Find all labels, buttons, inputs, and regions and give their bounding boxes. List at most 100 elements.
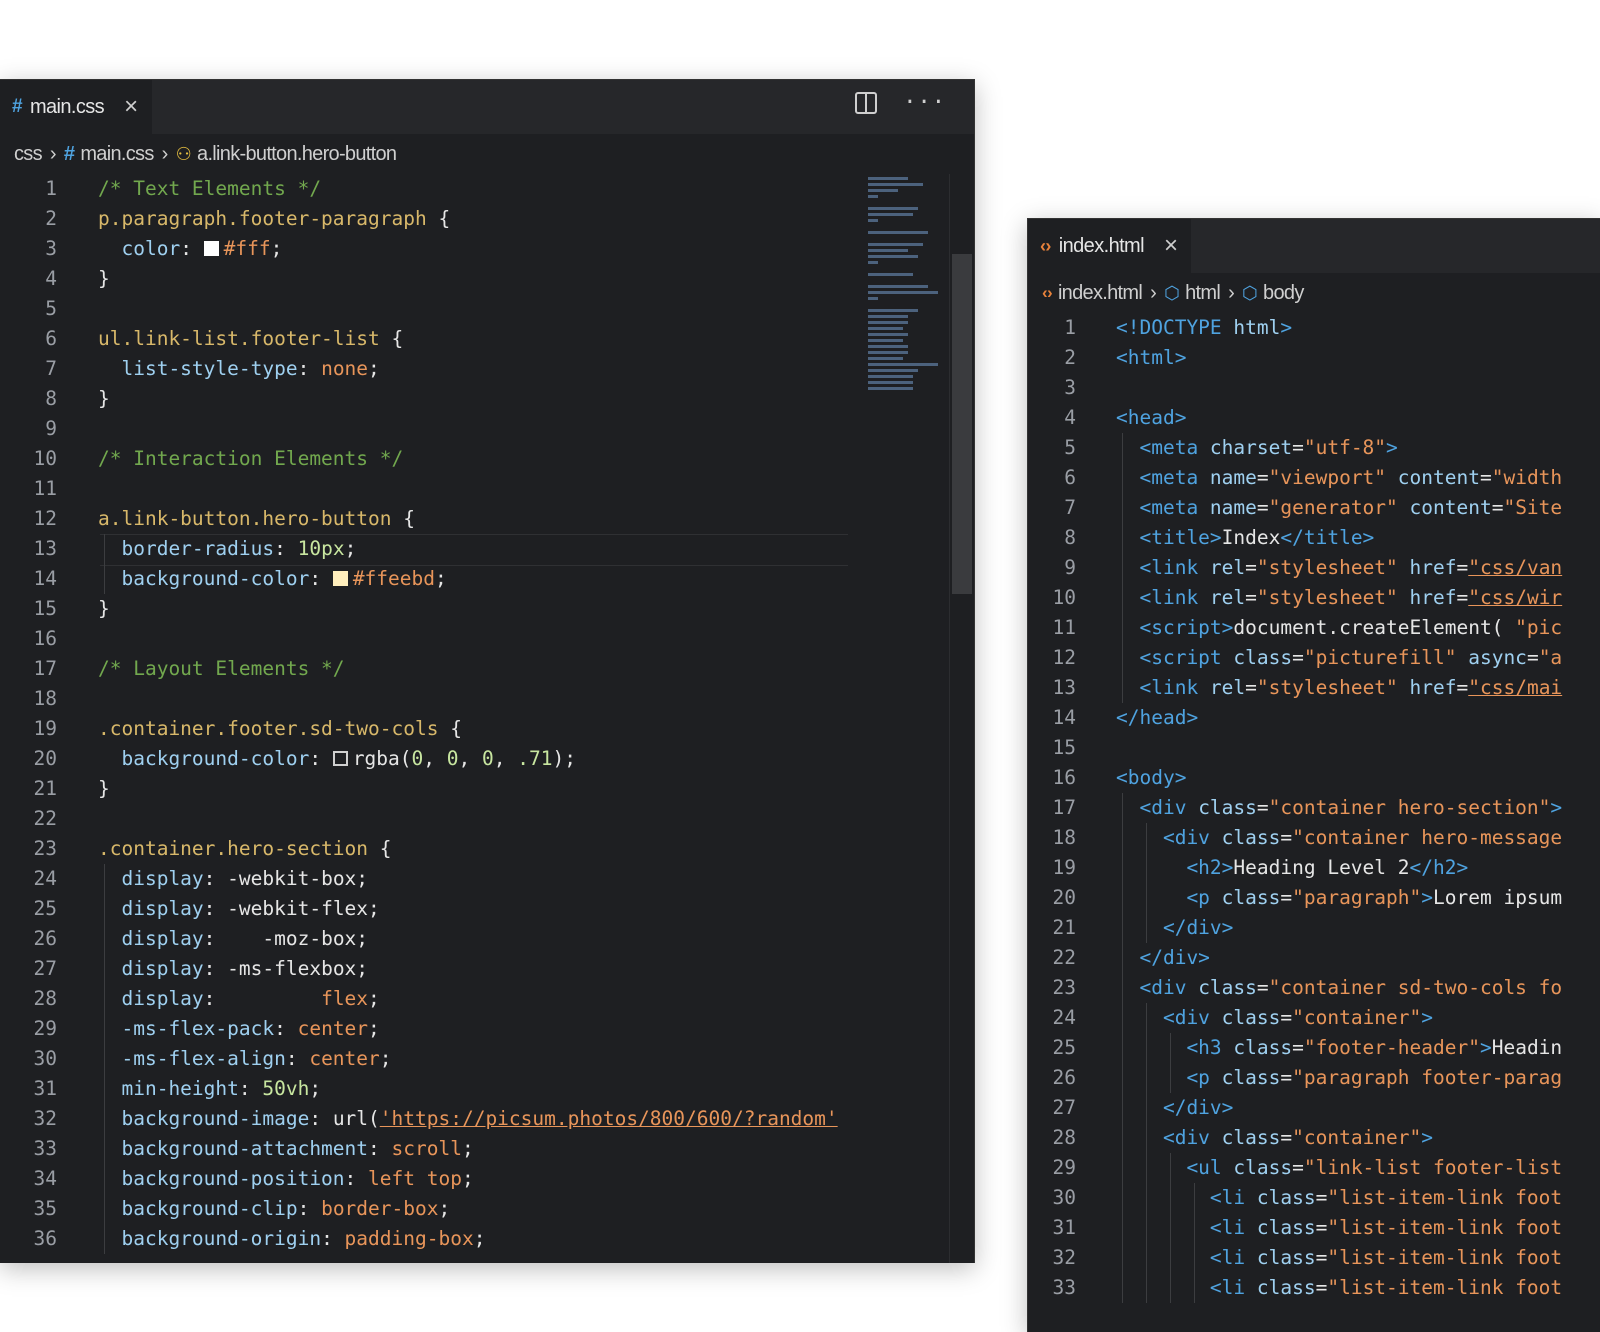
code-line[interactable]: 28 <div class="container">: [1028, 1123, 1600, 1153]
code-line[interactable]: 26 <p class="paragraph footer-parag: [1028, 1063, 1600, 1093]
code-line[interactable]: 14 background-color: #ffeebd;: [0, 564, 974, 594]
code-line[interactable]: 23 .container.hero-section {: [0, 834, 974, 864]
code-line[interactable]: 5: [0, 294, 974, 324]
line-number: 28: [33, 987, 57, 1010]
code-line[interactable]: 4}: [0, 264, 974, 294]
code-line[interactable]: 2 p.paragraph.footer-paragraph {: [0, 204, 974, 234]
code-line[interactable]: 32 background-image: url('https://picsum…: [0, 1104, 974, 1134]
line-content: -ms-flex-pack: center;: [98, 1014, 379, 1044]
code-line[interactable]: 20 <p class="paragraph">Lorem ipsum: [1028, 883, 1600, 913]
code-line[interactable]: 4 <head>: [1028, 403, 1600, 433]
code-token: ;: [356, 927, 369, 950]
code-line[interactable]: 6 <meta name="viewport" content="width: [1028, 463, 1600, 493]
code-line[interactable]: 10 <link rel="stylesheet" href="css/wir: [1028, 583, 1600, 613]
code-line[interactable]: 27 </div>: [1028, 1093, 1600, 1123]
code-line[interactable]: 3 color: #fff;: [0, 234, 974, 264]
code-line[interactable]: 12 a.link-button.hero-button {: [0, 504, 974, 534]
code-line[interactable]: 29 -ms-flex-pack: center;: [0, 1014, 974, 1044]
close-icon[interactable]: ×: [1164, 232, 1178, 260]
code-line[interactable]: 24 <div class="container">: [1028, 1003, 1600, 1033]
code-line[interactable]: 15: [1028, 733, 1600, 763]
line-number: 24: [1052, 1006, 1076, 1029]
code-line[interactable]: 14 </head>: [1028, 703, 1600, 733]
code-line[interactable]: 35 background-clip: border-box;: [0, 1194, 974, 1224]
code-line[interactable]: 30 -ms-flex-align: center;: [0, 1044, 974, 1074]
code-line[interactable]: 30 <li class="list-item-link foot: [1028, 1183, 1600, 1213]
color-swatch[interactable]: [203, 241, 219, 256]
code-line[interactable]: 23 <div class="container sd-two-cols fo: [1028, 973, 1600, 1003]
code-line[interactable]: 17 /* Layout Elements */: [0, 654, 974, 684]
code-line[interactable]: 19 .container.footer.sd-two-cols {: [0, 714, 974, 744]
code-line[interactable]: 11: [0, 474, 974, 504]
breadcrumb-item-html[interactable]: html: [1185, 282, 1221, 305]
line-number: 22: [33, 807, 57, 830]
code-line[interactable]: 24 display: -webkit-box;: [0, 864, 974, 894]
breadcrumb-item-file[interactable]: main.css: [80, 143, 154, 166]
code-line[interactable]: 33 <li class="list-item-link foot: [1028, 1273, 1600, 1303]
code-line[interactable]: 28 display: flex;: [0, 984, 974, 1014]
close-icon[interactable]: ×: [124, 93, 138, 121]
breadcrumb: css › # main.css › ⚇ a.link-button.hero-…: [0, 134, 974, 174]
code-line[interactable]: 8}: [0, 384, 974, 414]
code-line[interactable]: 1 <!DOCTYPE html>: [1028, 313, 1600, 343]
code-line[interactable]: 34 background-position: left top;: [0, 1164, 974, 1194]
code-line[interactable]: 18: [0, 684, 974, 714]
code-line[interactable]: 20 background-color: rgba(0, 0, 0, .71);: [0, 744, 974, 774]
code-line[interactable]: 21 </div>: [1028, 913, 1600, 943]
code-line[interactable]: 5 <meta charset="utf-8">: [1028, 433, 1600, 463]
code-line[interactable]: 19 <h2>Heading Level 2</h2>: [1028, 853, 1600, 883]
code-line[interactable]: 29 <ul class="link-list footer-list: [1028, 1153, 1600, 1183]
breadcrumb-item-file[interactable]: index.html: [1058, 282, 1143, 305]
code-line[interactable]: 16: [0, 624, 974, 654]
code-line[interactable]: 25 <h3 class="footer-header">Headin: [1028, 1033, 1600, 1063]
minimap[interactable]: [868, 174, 958, 390]
code-line[interactable]: 25 display: -webkit-flex;: [0, 894, 974, 924]
code-line[interactable]: 8 <title>Index</title>: [1028, 523, 1600, 553]
code-line[interactable]: 10 /* Interaction Elements */: [0, 444, 974, 474]
more-actions-icon[interactable]: ···: [903, 92, 946, 114]
line-content: <div class="container">: [1116, 1003, 1433, 1033]
tab-main-css[interactable]: # main.css ×: [0, 80, 152, 134]
code-token: -moz-box: [262, 927, 357, 950]
code-line[interactable]: 15}: [0, 594, 974, 624]
code-editor[interactable]: 1 /* Text Elements */ 2 p.paragraph.footer-…: [0, 174, 974, 1263]
code-line[interactable]: 17 <div class="container hero-section">: [1028, 793, 1600, 823]
tab-index-html[interactable]: ‹› index.html ×: [1028, 219, 1192, 273]
code-token: rel: [1209, 586, 1246, 609]
code-line[interactable]: 27 display: -ms-flexbox;: [0, 954, 974, 984]
code-line[interactable]: 16 <body>: [1028, 763, 1600, 793]
code-line[interactable]: 36 background-origin: padding-box;: [0, 1224, 974, 1254]
code-line[interactable]: 31 <li class="list-item-link foot: [1028, 1213, 1600, 1243]
line-content: <h2>Heading Level 2</h2>: [1116, 853, 1468, 883]
code-line[interactable]: 11 <script>document.createElement( "pic: [1028, 613, 1600, 643]
code-line[interactable]: 26 display: -moz-box;: [0, 924, 974, 954]
code-line[interactable]: 18 <div class="container hero-message: [1028, 823, 1600, 853]
line-content: }: [98, 264, 110, 294]
code-line[interactable]: 22: [0, 804, 974, 834]
code-line[interactable]: 12 <script class="picturefill" async="a: [1028, 643, 1600, 673]
code-line[interactable]: 21}: [0, 774, 974, 804]
code-line[interactable]: 13 <link rel="stylesheet" href="css/mai: [1028, 673, 1600, 703]
code-line[interactable]: 22 </div>: [1028, 943, 1600, 973]
code-line[interactable]: 31 min-height: 50vh;: [0, 1074, 974, 1104]
breadcrumb-item-selector[interactable]: a.link-button.hero-button: [197, 143, 397, 166]
code-line[interactable]: 1 /* Text Elements */: [0, 174, 974, 204]
code-line[interactable]: 2 <html>: [1028, 343, 1600, 373]
code-line[interactable]: 3: [1028, 373, 1600, 403]
code-line[interactable]: 6 ul.link-list.footer-list {: [0, 324, 974, 354]
color-swatch[interactable]: [332, 571, 348, 586]
code-line[interactable]: 7 <meta name="generator" content="Site: [1028, 493, 1600, 523]
color-swatch[interactable]: [332, 751, 348, 766]
scrollbar-thumb[interactable]: [952, 254, 972, 594]
code-editor[interactable]: 1 <!DOCTYPE html> 2 <html> 3 4 <head> 5 <meta c…: [1028, 313, 1600, 1332]
code-line[interactable]: 32 <li class="list-item-link foot: [1028, 1243, 1600, 1273]
line-content: background-clip: border-box;: [98, 1194, 450, 1224]
code-line[interactable]: 7 list-style-type: none;: [0, 354, 974, 384]
code-line[interactable]: 9: [0, 414, 974, 444]
code-line[interactable]: 33 background-attachment: scroll;: [0, 1134, 974, 1164]
breadcrumb-item-body[interactable]: body: [1263, 282, 1304, 305]
split-editor-icon[interactable]: [855, 92, 878, 114]
breadcrumb-item-css[interactable]: css: [14, 143, 43, 166]
line-content: background-attachment: scroll;: [98, 1134, 473, 1164]
code-line[interactable]: 9 <link rel="stylesheet" href="css/van: [1028, 553, 1600, 583]
